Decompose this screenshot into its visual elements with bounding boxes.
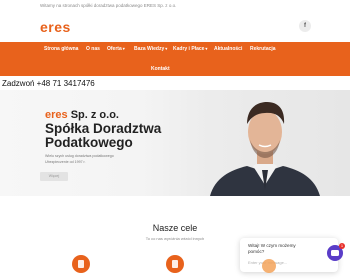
goals-title: Nasze cele — [152, 223, 198, 233]
hero-banner: eres Sp. z o.o. Spółka Doradztwa Podatko… — [0, 90, 350, 196]
hero-brand: eres Sp. z o.o. — [45, 109, 119, 121]
hero-subtitle-1: Wielu szych usług doradztwa podatkowego — [45, 154, 114, 158]
site-header: eres f — [0, 12, 350, 42]
nav-item-recruitment[interactable]: Rekrutacja — [250, 46, 276, 52]
chevron-down-icon: ▾ — [122, 46, 125, 51]
chat-bubble-icon — [331, 250, 339, 256]
cursor-highlight — [262, 259, 276, 273]
main-navigation: Strona główna O nas Oferta▾ Baza Wiedzy▾… — [0, 42, 350, 76]
chat-widget[interactable]: Witaj! W czym możemy pomóc? Enter your m… — [240, 238, 338, 272]
businessman-photo — [210, 102, 320, 196]
eres-logo[interactable]: eres — [40, 19, 71, 35]
nav-item-knowledge-base[interactable]: Baza Wiedzy▾ — [134, 46, 167, 52]
nav-item-hr-payroll[interactable]: Kadry i Płace▾ — [173, 46, 207, 52]
logo-text: eres — [40, 19, 71, 35]
chevron-down-icon: ▾ — [165, 46, 168, 51]
facebook-icon[interactable]: f — [299, 20, 311, 32]
top-bar: Witamy na stronach spółki doradztwa poda… — [0, 0, 350, 12]
chat-launcher-button[interactable]: 1 — [327, 243, 345, 261]
nav-item-news[interactable]: Aktualności — [214, 46, 242, 52]
hero-more-button[interactable]: Więcej — [40, 172, 68, 181]
hero-subtitle-2: Ubezpieczenie od 1997 r. — [45, 160, 86, 164]
goal-icon — [166, 255, 184, 273]
nav-item-offer[interactable]: Oferta▾ — [107, 46, 125, 52]
hero-title: Spółka Doradztwa Podatkowego — [45, 121, 162, 150]
chevron-down-icon: ▾ — [205, 46, 208, 51]
nav-item-home[interactable]: Strona główna — [44, 46, 78, 52]
welcome-text: Witamy na stronach spółki doradztwa poda… — [40, 3, 177, 8]
phone-number[interactable]: Zadzwoń +48 71 3417476 — [2, 79, 95, 88]
notification-badge: 1 — [339, 243, 345, 249]
nav-item-about[interactable]: O nas — [86, 46, 100, 52]
goal-icon — [72, 255, 90, 273]
chat-question: Witaj! W czym możemy pomóc? — [248, 243, 296, 254]
nav-item-contact[interactable]: Kontakt — [151, 66, 170, 72]
